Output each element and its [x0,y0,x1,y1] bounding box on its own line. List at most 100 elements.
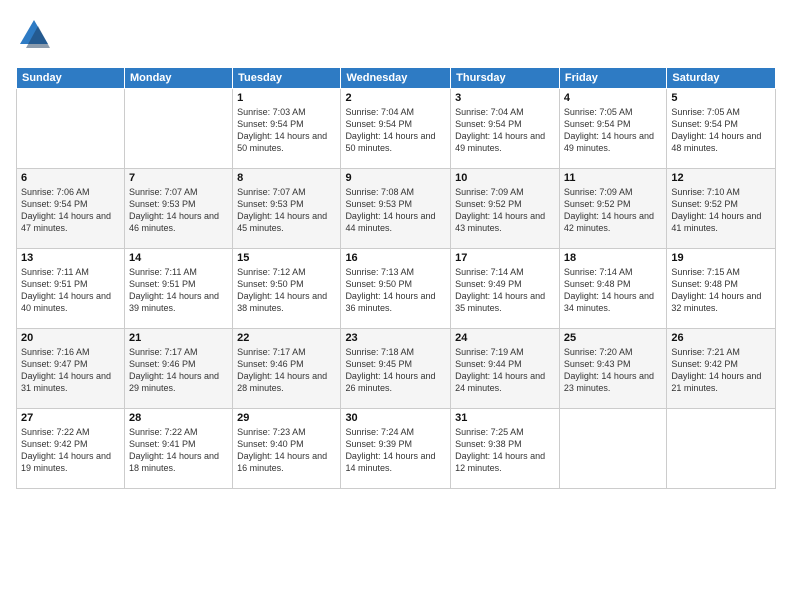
calendar-cell: 18 Sunrise: 7:14 AMSunset: 9:48 PMDayligh… [559,249,666,329]
calendar-cell: 12 Sunrise: 7:10 AMSunset: 9:52 PMDayligh… [667,169,776,249]
day-info: Sunrise: 7:24 AMSunset: 9:39 PMDaylight:… [345,426,446,475]
day-info: Sunrise: 7:11 AMSunset: 9:51 PMDaylight:… [129,266,228,315]
calendar-cell [17,89,125,169]
day-info: Sunrise: 7:07 AMSunset: 9:53 PMDaylight:… [129,186,228,235]
calendar-cell: 28 Sunrise: 7:22 AMSunset: 9:41 PMDayligh… [124,409,232,489]
day-info: Sunrise: 7:04 AMSunset: 9:54 PMDaylight:… [455,106,555,155]
calendar-cell: 13 Sunrise: 7:11 AMSunset: 9:51 PMDayligh… [17,249,125,329]
day-info: Sunrise: 7:23 AMSunset: 9:40 PMDaylight:… [237,426,336,475]
day-info: Sunrise: 7:05 AMSunset: 9:54 PMDaylight:… [564,106,662,155]
calendar-cell: 15 Sunrise: 7:12 AMSunset: 9:50 PMDayligh… [233,249,341,329]
day-number: 15 [237,252,336,264]
day-number: 25 [564,332,662,344]
calendar-cell: 8Sunrise: 7:07 AMSunset: 9:53 PMDaylight… [233,169,341,249]
day-number: 10 [455,172,555,184]
day-number: 28 [129,412,228,424]
day-number: 2 [345,92,446,104]
day-info: Sunrise: 7:09 AMSunset: 9:52 PMDaylight:… [455,186,555,235]
day-number: 8 [237,172,336,184]
calendar-cell: 24Sunrise: 7:19 AMSunset: 9:44 PMDayligh… [451,329,560,409]
day-info: Sunrise: 7:09 AMSunset: 9:52 PMDaylight:… [564,186,662,235]
day-info: Sunrise: 7:08 AMSunset: 9:53 PMDaylight:… [345,186,446,235]
day-number: 26 [671,332,771,344]
calendar-cell: 31 Sunrise: 7:25 AMSunset: 9:38 PMDayligh… [451,409,560,489]
day-number: 29 [237,412,336,424]
weekday-header: Sunday [17,68,125,89]
day-number: 17 [455,252,555,264]
calendar-cell: 23 Sunrise: 7:18 AMSunset: 9:45 PMDayligh… [341,329,451,409]
logo-icon [16,16,52,52]
day-number: 23 [345,332,446,344]
day-info: Sunrise: 7:16 AMSunset: 9:47 PMDaylight:… [21,346,120,395]
day-info: Sunrise: 7:10 AMSunset: 9:52 PMDaylight:… [671,186,771,235]
page: SundayMondayTuesdayWednesdayThursdayFrid… [0,0,792,612]
day-info: Sunrise: 7:22 AMSunset: 9:41 PMDaylight:… [129,426,228,475]
calendar-week-row: 6Sunrise: 7:06 AMSunset: 9:54 PMDaylight… [17,169,776,249]
calendar-cell: 2 Sunrise: 7:04 AMSunset: 9:54 PMDaylight… [341,89,451,169]
day-number: 22 [237,332,336,344]
weekday-header: Wednesday [341,68,451,89]
calendar-cell: 4 Sunrise: 7:05 AMSunset: 9:54 PMDaylight… [559,89,666,169]
day-number: 18 [564,252,662,264]
calendar-cell: 30 Sunrise: 7:24 AMSunset: 9:39 PMDayligh… [341,409,451,489]
day-info: Sunrise: 7:14 AMSunset: 9:48 PMDaylight:… [564,266,662,315]
calendar-week-row: 27 Sunrise: 7:22 AMSunset: 9:42 PMDayligh… [17,409,776,489]
calendar-cell: 6Sunrise: 7:06 AMSunset: 9:54 PMDaylight… [17,169,125,249]
weekday-header: Thursday [451,68,560,89]
calendar-body: 1 Sunrise: 7:03 AMSunset: 9:54 PMDaylight… [17,89,776,489]
calendar-cell: 16Sunrise: 7:13 AMSunset: 9:50 PMDayligh… [341,249,451,329]
calendar-cell: 14Sunrise: 7:11 AMSunset: 9:51 PMDayligh… [124,249,232,329]
calendar-week-row: 20 Sunrise: 7:16 AMSunset: 9:47 PMDayligh… [17,329,776,409]
day-number: 27 [21,412,120,424]
weekday-header: Monday [124,68,232,89]
day-number: 5 [671,92,771,104]
calendar-cell: 9 Sunrise: 7:08 AMSunset: 9:53 PMDaylight… [341,169,451,249]
calendar-cell: 19 Sunrise: 7:15 AMSunset: 9:48 PMDayligh… [667,249,776,329]
day-number: 20 [21,332,120,344]
day-number: 1 [237,92,336,104]
calendar-cell: 3Sunrise: 7:04 AMSunset: 9:54 PMDaylight… [451,89,560,169]
calendar-cell [124,89,232,169]
day-info: Sunrise: 7:05 AMSunset: 9:54 PMDaylight:… [671,106,771,155]
day-info: Sunrise: 7:25 AMSunset: 9:38 PMDaylight:… [455,426,555,475]
day-number: 19 [671,252,771,264]
calendar-cell: 26Sunrise: 7:21 AMSunset: 9:42 PMDayligh… [667,329,776,409]
calendar-cell: 11 Sunrise: 7:09 AMSunset: 9:52 PMDayligh… [559,169,666,249]
calendar-cell [667,409,776,489]
calendar-cell: 22 Sunrise: 7:17 AMSunset: 9:46 PMDayligh… [233,329,341,409]
day-number: 11 [564,172,662,184]
calendar-cell: 7 Sunrise: 7:07 AMSunset: 9:53 PMDaylight… [124,169,232,249]
day-info: Sunrise: 7:03 AMSunset: 9:54 PMDaylight:… [237,106,336,155]
calendar-week-row: 1 Sunrise: 7:03 AMSunset: 9:54 PMDaylight… [17,89,776,169]
day-number: 30 [345,412,446,424]
day-number: 16 [345,252,446,264]
day-number: 7 [129,172,228,184]
day-info: Sunrise: 7:22 AMSunset: 9:42 PMDaylight:… [21,426,120,475]
day-number: 12 [671,172,771,184]
day-info: Sunrise: 7:19 AMSunset: 9:44 PMDaylight:… [455,346,555,395]
weekday-header: Friday [559,68,666,89]
day-number: 31 [455,412,555,424]
calendar-cell: 1 Sunrise: 7:03 AMSunset: 9:54 PMDaylight… [233,89,341,169]
calendar-cell: 17Sunrise: 7:14 AMSunset: 9:49 PMDayligh… [451,249,560,329]
day-number: 13 [21,252,120,264]
day-info: Sunrise: 7:17 AMSunset: 9:46 PMDaylight:… [237,346,336,395]
day-number: 4 [564,92,662,104]
day-number: 6 [21,172,120,184]
day-info: Sunrise: 7:04 AMSunset: 9:54 PMDaylight:… [345,106,446,155]
calendar-cell: 29 Sunrise: 7:23 AMSunset: 9:40 PMDayligh… [233,409,341,489]
calendar-cell [559,409,666,489]
weekday-header: Saturday [667,68,776,89]
weekday-header: Tuesday [233,68,341,89]
header [16,16,776,57]
calendar-header: SundayMondayTuesdayWednesdayThursdayFrid… [17,68,776,89]
day-number: 21 [129,332,228,344]
calendar-week-row: 13 Sunrise: 7:11 AMSunset: 9:51 PMDayligh… [17,249,776,329]
day-info: Sunrise: 7:12 AMSunset: 9:50 PMDaylight:… [237,266,336,315]
day-info: Sunrise: 7:15 AMSunset: 9:48 PMDaylight:… [671,266,771,315]
calendar-cell: 27 Sunrise: 7:22 AMSunset: 9:42 PMDayligh… [17,409,125,489]
day-number: 9 [345,172,446,184]
day-info: Sunrise: 7:11 AMSunset: 9:51 PMDaylight:… [21,266,120,315]
day-info: Sunrise: 7:18 AMSunset: 9:45 PMDaylight:… [345,346,446,395]
weekday-header-row: SundayMondayTuesdayWednesdayThursdayFrid… [17,68,776,89]
